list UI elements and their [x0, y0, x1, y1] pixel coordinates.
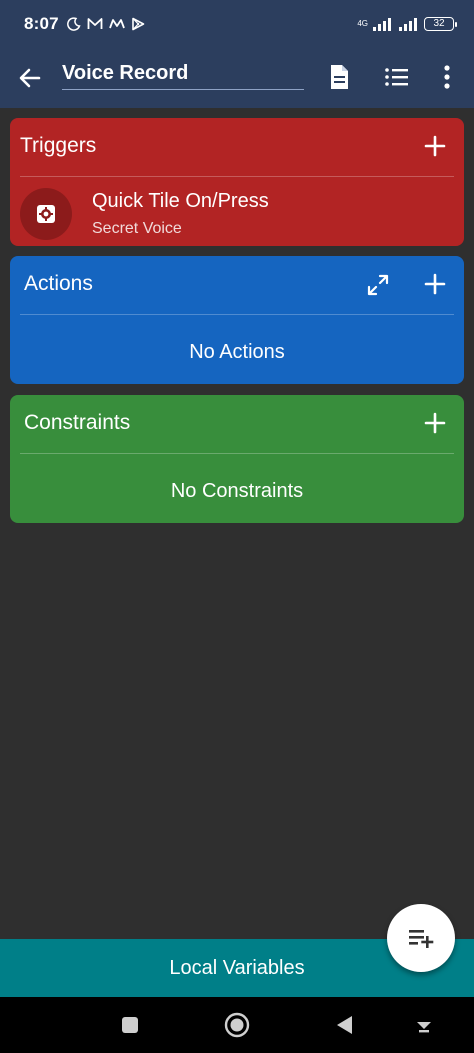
- play-store-icon: [132, 17, 145, 31]
- playlist-add-icon: [409, 930, 434, 948]
- actions-card: Actions No Actions: [10, 256, 464, 384]
- recent-apps-button[interactable]: [114, 1009, 146, 1041]
- triangle-back-icon: [337, 1016, 352, 1034]
- status-notification-icons: [66, 17, 145, 31]
- battery-level: 32: [433, 18, 445, 29]
- local-variables-label: Local Variables: [169, 956, 305, 979]
- home-button[interactable]: [221, 1009, 253, 1041]
- triggers-divider: [20, 176, 454, 177]
- trigger-icon-circle: [20, 188, 72, 240]
- actions-header: Actions: [10, 256, 464, 314]
- app-bar: Voice Record: [0, 48, 474, 108]
- trigger-title: Quick Tile On/Press: [92, 190, 269, 212]
- trigger-item[interactable]: Quick Tile On/Press Secret Voice: [20, 186, 454, 242]
- back-button[interactable]: [328, 1009, 360, 1041]
- trigger-subtitle: Secret Voice: [92, 220, 182, 237]
- constraints-divider: [20, 453, 454, 454]
- no-constraints-text: No Constraints: [170, 480, 304, 502]
- moon-icon: [66, 17, 81, 31]
- network-type-label: 4G: [357, 19, 368, 28]
- triggers-card: Triggers Quick Tile On/Press Secret Voic…: [10, 118, 464, 246]
- battery-icon: 32: [424, 17, 457, 31]
- expand-icon[interactable]: [366, 273, 390, 297]
- constraints-card: Constraints No Constraints: [10, 395, 464, 523]
- no-actions-text: No Actions: [189, 341, 285, 363]
- mail-icon: [87, 18, 103, 29]
- gear-icon: [37, 205, 55, 223]
- add-trigger-button[interactable]: [424, 135, 446, 157]
- list-icon[interactable]: [382, 62, 412, 92]
- status-system-icons: 4G 32: [357, 17, 457, 31]
- m-logo-icon: [108, 19, 125, 29]
- arrow-back-icon[interactable]: [16, 64, 44, 92]
- constraints-header: Constraints: [10, 395, 464, 453]
- square-icon: [122, 1017, 138, 1033]
- macro-title: Voice Record: [62, 62, 189, 84]
- triggers-header: Triggers: [10, 118, 464, 176]
- status-time: 8:07: [24, 14, 59, 33]
- nav-extra-button[interactable]: [408, 1009, 440, 1041]
- constraints-title: Constraints: [24, 411, 131, 434]
- add-constraint-button[interactable]: [424, 412, 446, 434]
- more-vert-icon[interactable]: [432, 62, 462, 92]
- status-bar: 8:07 4G 32: [0, 0, 474, 48]
- signal-icon-2: [399, 18, 417, 31]
- playlist-add-button[interactable]: [387, 904, 455, 972]
- document-icon[interactable]: [324, 62, 354, 92]
- actions-divider: [20, 314, 454, 315]
- system-nav-bar: [0, 997, 474, 1053]
- signal-icon: [373, 18, 391, 31]
- down-arrow-icon: [417, 1022, 431, 1033]
- circle-icon: [224, 1012, 250, 1038]
- actions-title: Actions: [24, 272, 93, 295]
- triggers-title: Triggers: [20, 134, 97, 157]
- macro-title-field[interactable]: Voice Record: [62, 60, 304, 90]
- add-action-button[interactable]: [424, 273, 446, 295]
